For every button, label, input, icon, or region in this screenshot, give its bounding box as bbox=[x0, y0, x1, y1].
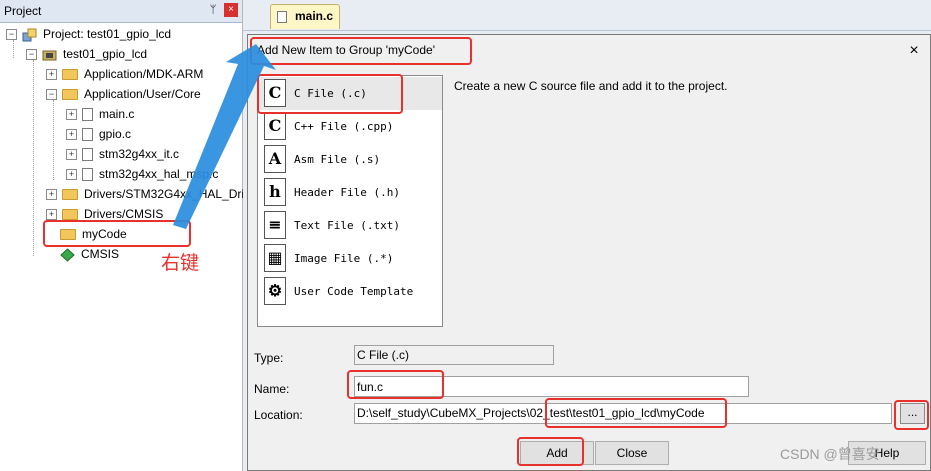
template-description: Create a new C source file and add it to… bbox=[454, 79, 728, 93]
collapse-icon[interactable]: − bbox=[6, 29, 17, 41]
tree-item-group[interactable]: + Application/MDK-ARM bbox=[46, 64, 203, 84]
tree-label: test01_gpio_lcd bbox=[63, 47, 148, 61]
tree-label: gpio.c bbox=[99, 127, 132, 141]
tree-label: Drivers/STM32G4xx_HAL_Dri bbox=[84, 187, 245, 201]
image-file-icon: ▦ bbox=[264, 244, 286, 272]
tree-label: CMSIS bbox=[81, 247, 120, 261]
highlight-dialog-title bbox=[250, 37, 472, 65]
annotation-text: 右键 bbox=[161, 253, 200, 274]
tree-item-group[interactable]: + Drivers/STM32G4xx_HAL_Dri bbox=[46, 184, 244, 204]
tree-item-target[interactable]: − test01_gpio_lcd bbox=[26, 44, 147, 64]
template-user-code[interactable]: ⚙ User Code Template bbox=[258, 275, 442, 308]
highlight-mycode bbox=[43, 220, 191, 247]
template-label: User Code Template bbox=[294, 285, 414, 298]
asm-file-icon: A bbox=[264, 145, 286, 173]
expand-icon[interactable]: + bbox=[46, 209, 57, 221]
project-icon bbox=[22, 28, 37, 42]
pin-icon[interactable]: ᛘ bbox=[206, 3, 220, 17]
close-button[interactable]: Close bbox=[595, 441, 669, 465]
highlight-browse bbox=[894, 400, 929, 430]
tree-item-file[interactable]: + stm32g4xx_it.c bbox=[66, 144, 179, 164]
watermark: CSDN @曾喜安 bbox=[780, 446, 880, 462]
highlight-name bbox=[347, 370, 444, 399]
template-asm-file[interactable]: A Asm File (.s) bbox=[258, 143, 442, 176]
type-label: Type: bbox=[254, 351, 284, 365]
highlight-location-tail bbox=[545, 398, 727, 428]
expand-icon[interactable]: + bbox=[46, 189, 57, 201]
close-icon[interactable]: × bbox=[904, 41, 924, 61]
gear-icon: ⚙ bbox=[264, 277, 286, 305]
tree-label: Application/User/Core bbox=[84, 87, 201, 101]
folder-icon bbox=[62, 189, 78, 201]
text-file-icon: ≡ bbox=[264, 211, 286, 239]
template-cpp-file[interactable]: C C++ File (.cpp) bbox=[258, 110, 442, 143]
name-label: Name: bbox=[254, 382, 290, 396]
file-icon bbox=[277, 11, 287, 23]
tree-label: Application/MDK-ARM bbox=[84, 67, 204, 81]
tree-label: Project: test01_gpio_lcd bbox=[43, 27, 172, 41]
template-label: Asm File (.s) bbox=[294, 153, 381, 166]
cmsis-gem-icon bbox=[60, 248, 75, 262]
template-image-file[interactable]: ▦ Image File (.*) bbox=[258, 242, 442, 275]
template-label: C++ File (.cpp) bbox=[294, 120, 394, 133]
panel-close-icon[interactable]: × bbox=[224, 3, 238, 17]
file-icon bbox=[82, 148, 93, 162]
panel-header: Project ᛘ × bbox=[0, 0, 242, 23]
tree-label: stm32g4xx_hal_msp.c bbox=[99, 167, 219, 181]
panel-title: Project bbox=[4, 4, 42, 18]
expand-icon[interactable]: + bbox=[66, 109, 77, 121]
expand-icon[interactable]: + bbox=[66, 149, 77, 161]
folder-icon bbox=[62, 209, 78, 221]
folder-icon bbox=[62, 69, 78, 81]
type-value: C File (.c) bbox=[354, 345, 554, 365]
location-label: Location: bbox=[254, 408, 303, 422]
template-label: Image File (.*) bbox=[294, 252, 394, 265]
expand-icon[interactable]: + bbox=[66, 129, 77, 141]
expand-icon[interactable]: + bbox=[66, 169, 77, 181]
template-text-file[interactable]: ≡ Text File (.txt) bbox=[258, 209, 442, 242]
tree-guide bbox=[53, 100, 54, 180]
highlight-add bbox=[517, 437, 584, 466]
tree-label: Drivers/CMSIS bbox=[84, 207, 164, 221]
file-icon bbox=[82, 128, 93, 142]
tree-guide bbox=[33, 60, 34, 256]
tree-item-file[interactable]: + stm32g4xx_hal_msp.c bbox=[66, 164, 218, 184]
tab-label: main.c bbox=[295, 9, 334, 23]
tree-item-cmsis[interactable]: CMSIS bbox=[46, 244, 119, 264]
folder-open-icon bbox=[62, 89, 78, 101]
template-header-file[interactable]: h Header File (.h) bbox=[258, 176, 442, 209]
tree-label: stm32g4xx_it.c bbox=[99, 147, 180, 161]
target-icon bbox=[42, 50, 57, 61]
template-label: Text File (.txt) bbox=[294, 219, 400, 232]
highlight-c-file bbox=[257, 74, 403, 114]
tab-strip bbox=[243, 0, 931, 31]
collapse-icon[interactable]: − bbox=[26, 49, 37, 61]
cpp-file-icon: C bbox=[264, 112, 286, 140]
file-icon bbox=[82, 108, 93, 122]
collapse-icon[interactable]: − bbox=[46, 89, 57, 101]
tab-main-c[interactable]: main.c bbox=[270, 4, 340, 29]
expand-icon[interactable]: + bbox=[46, 69, 57, 81]
header-file-icon: h bbox=[264, 178, 286, 206]
file-icon bbox=[82, 168, 93, 182]
template-label: Header File (.h) bbox=[294, 186, 400, 199]
tree-label: main.c bbox=[99, 107, 135, 121]
tree-item-file[interactable]: + gpio.c bbox=[66, 124, 131, 144]
tree-item-group[interactable]: − Application/User/Core bbox=[46, 84, 201, 104]
tree-item-file[interactable]: + main.c bbox=[66, 104, 134, 124]
tree-item-project[interactable]: − Project: test01_gpio_lcd bbox=[6, 24, 171, 44]
